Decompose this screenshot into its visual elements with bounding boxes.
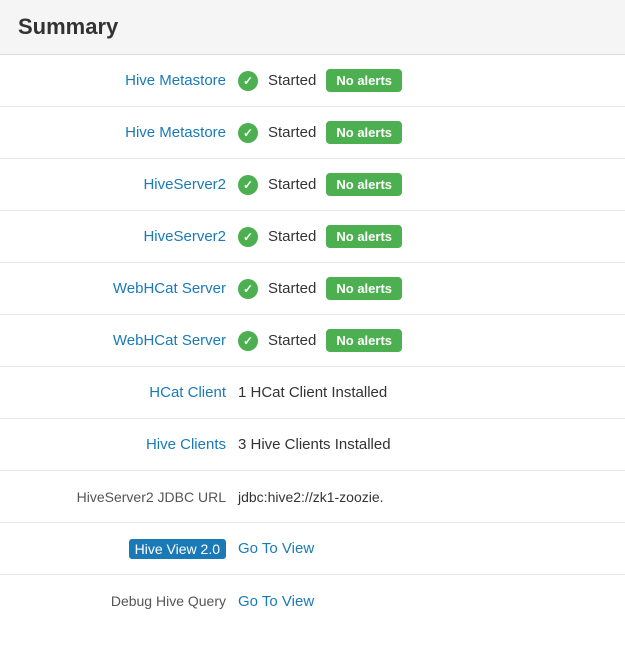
table-row: Hive View 2.0 Go To View xyxy=(0,523,625,575)
table-row: HCat Client 1 HCat Client Installed xyxy=(0,367,625,419)
row-content-hiveserver2-1: ✓ Started No alerts xyxy=(238,173,607,196)
checkmark-icon: ✓ xyxy=(238,227,258,247)
row-content-debug-hive-query: Go To View xyxy=(238,593,607,610)
row-label-hcat-client: HCat Client xyxy=(18,384,238,401)
no-alerts-badge: No alerts xyxy=(326,225,402,248)
row-label-hiveserver2-1: HiveServer2 xyxy=(18,176,238,193)
row-content-webhcat-server-1: ✓ Started No alerts xyxy=(238,277,607,300)
checkmark-icon: ✓ xyxy=(238,331,258,351)
row-link-hiveserver2-1[interactable]: HiveServer2 xyxy=(143,176,226,193)
row-label-hiveserver2-2: HiveServer2 xyxy=(18,228,238,245)
table-row: Debug Hive Query Go To View xyxy=(0,575,625,627)
row-label-debug-hive-query: Debug Hive Query xyxy=(18,593,238,609)
row-content-hcat-client: 1 HCat Client Installed xyxy=(238,384,607,401)
row-content-webhcat-server-2: ✓ Started No alerts xyxy=(238,329,607,352)
row-label-hive-view-2: Hive View 2.0 xyxy=(18,541,238,557)
status-text: Started xyxy=(268,124,316,141)
table-row: WebHCat Server ✓ Started No alerts xyxy=(0,315,625,367)
row-link-hive-clients[interactable]: Hive Clients xyxy=(146,436,226,453)
table-row: Hive Metastore ✓ Started No alerts xyxy=(0,107,625,159)
row-label-hive-metastore-2: Hive Metastore xyxy=(18,124,238,141)
row-content-hive-metastore-1: ✓ Started No alerts xyxy=(238,69,607,92)
no-alerts-badge: No alerts xyxy=(326,277,402,300)
info-text: jdbc:hive2://zk1-zoozie. xyxy=(238,489,384,505)
row-content-hive-clients: 3 Hive Clients Installed xyxy=(238,436,607,453)
checkmark-icon: ✓ xyxy=(238,123,258,143)
row-link-hive-metastore-1[interactable]: Hive Metastore xyxy=(125,72,226,89)
row-content-hiveserver2-2: ✓ Started No alerts xyxy=(238,225,607,248)
status-text: Started xyxy=(268,332,316,349)
info-text: 3 Hive Clients Installed xyxy=(238,436,391,453)
row-label-hiveserver2-jdbc: HiveServer2 JDBC URL xyxy=(18,489,238,505)
row-label-hive-metastore-1: Hive Metastore xyxy=(18,72,238,89)
table-row: HiveServer2 ✓ Started No alerts xyxy=(0,211,625,263)
table-row: HiveServer2 ✓ Started No alerts xyxy=(0,159,625,211)
row-plain-label-hiveserver2-jdbc: HiveServer2 JDBC URL xyxy=(77,489,226,505)
info-text: 1 HCat Client Installed xyxy=(238,384,387,401)
row-content-hive-metastore-2: ✓ Started No alerts xyxy=(238,121,607,144)
table-row: WebHCat Server ✓ Started No alerts xyxy=(0,263,625,315)
status-text: Started xyxy=(268,228,316,245)
table-row: Hive Clients 3 Hive Clients Installed xyxy=(0,419,625,471)
table-row: Hive Metastore ✓ Started No alerts xyxy=(0,55,625,107)
row-label-webhcat-server-2: WebHCat Server xyxy=(18,332,238,349)
checkmark-icon: ✓ xyxy=(238,71,258,91)
row-link-hcat-client[interactable]: HCat Client xyxy=(149,384,226,401)
goto-link-hive-view-2[interactable]: Go To View xyxy=(238,540,314,557)
checkmark-icon: ✓ xyxy=(238,175,258,195)
table-row: HiveServer2 JDBC URL jdbc:hive2://zk1-zoo… xyxy=(0,471,625,523)
checkmark-icon: ✓ xyxy=(238,279,258,299)
page-header: Summary xyxy=(0,0,625,55)
row-link-hive-metastore-2[interactable]: Hive Metastore xyxy=(125,124,226,141)
status-text: Started xyxy=(268,280,316,297)
status-text: Started xyxy=(268,72,316,89)
row-label-webhcat-server-1: WebHCat Server xyxy=(18,280,238,297)
row-plain-label-debug-hive-query: Debug Hive Query xyxy=(111,593,226,609)
summary-table: Hive Metastore✓StartedNo alertsHive Meta… xyxy=(0,55,625,627)
row-link-webhcat-server-1[interactable]: WebHCat Server xyxy=(113,280,226,297)
row-highlighted-hive-view-2: Hive View 2.0 xyxy=(129,539,226,559)
status-text: Started xyxy=(268,176,316,193)
no-alerts-badge: No alerts xyxy=(326,69,402,92)
row-content-hiveserver2-jdbc: jdbc:hive2://zk1-zoozie. xyxy=(238,489,607,505)
no-alerts-badge: No alerts xyxy=(326,329,402,352)
goto-link-debug-hive-query[interactable]: Go To View xyxy=(238,593,314,610)
row-link-webhcat-server-2[interactable]: WebHCat Server xyxy=(113,332,226,349)
row-content-hive-view-2: Go To View xyxy=(238,540,607,557)
no-alerts-badge: No alerts xyxy=(326,173,402,196)
page-title: Summary xyxy=(18,14,607,40)
row-label-hive-clients: Hive Clients xyxy=(18,436,238,453)
row-link-hiveserver2-2[interactable]: HiveServer2 xyxy=(143,228,226,245)
no-alerts-badge: No alerts xyxy=(326,121,402,144)
